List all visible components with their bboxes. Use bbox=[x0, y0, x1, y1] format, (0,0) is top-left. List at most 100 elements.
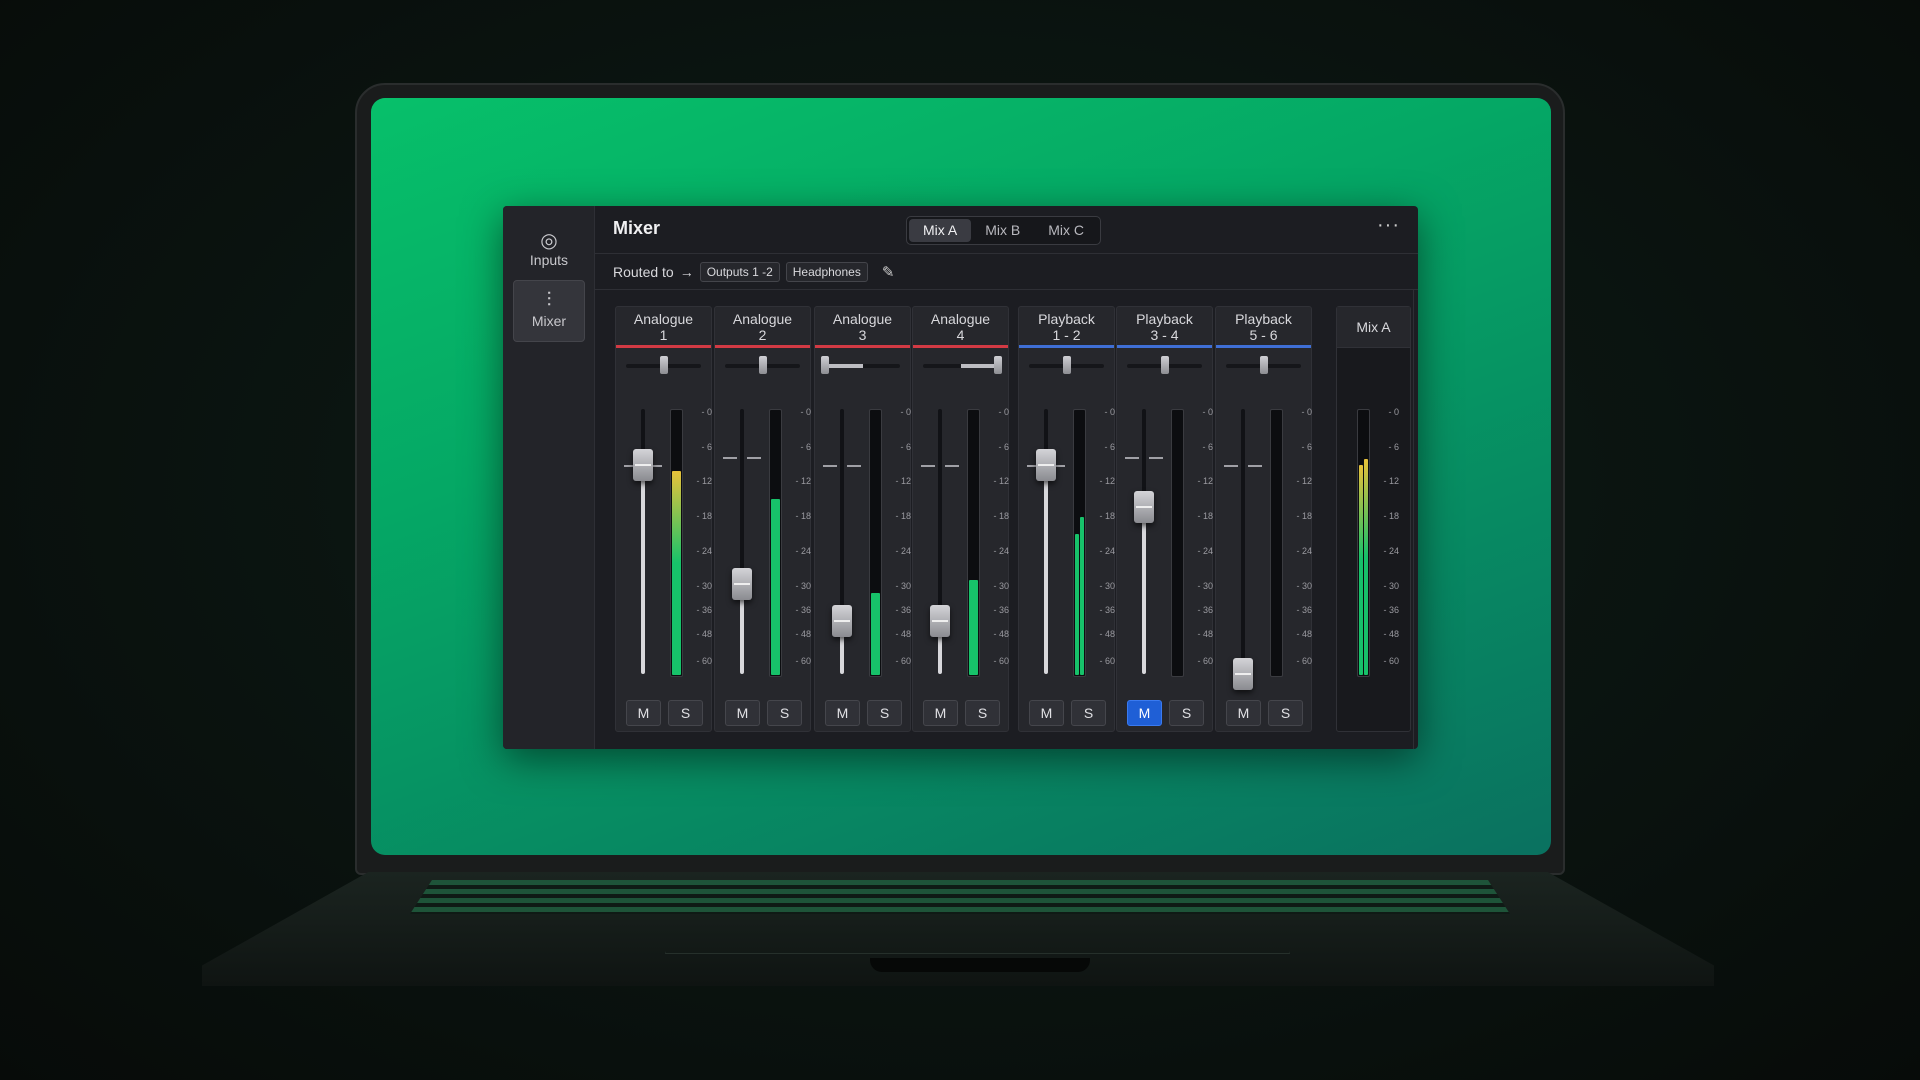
fader-handle[interactable] bbox=[832, 605, 852, 637]
pan-slider[interactable] bbox=[1226, 356, 1301, 374]
solo-button[interactable]: S bbox=[1071, 700, 1106, 726]
scale-tick: - 6 bbox=[1202, 441, 1213, 452]
scale-tick: - 48 bbox=[1296, 629, 1312, 640]
output-chip-headphones[interactable]: Headphones bbox=[785, 262, 868, 282]
meter-fill bbox=[1364, 459, 1368, 675]
scale-tick: - 36 bbox=[1099, 605, 1115, 615]
pan-slider[interactable] bbox=[626, 356, 701, 374]
scale-tick: - 48 bbox=[993, 629, 1009, 640]
scale-tick: - 24 bbox=[795, 546, 811, 557]
laptop-keyboard bbox=[410, 880, 1510, 914]
channel-name: Analogue 4 bbox=[930, 311, 991, 343]
pan-slider[interactable] bbox=[923, 356, 1002, 374]
pan-slider[interactable] bbox=[1029, 356, 1104, 374]
scale-tick: - 60 bbox=[1197, 655, 1213, 666]
scale-tick: - 30 bbox=[1099, 580, 1115, 591]
mute-button[interactable]: M bbox=[1127, 700, 1162, 726]
sidebar-item-label: Inputs bbox=[529, 252, 569, 268]
scale-tick: - 18 bbox=[895, 511, 911, 522]
mute-button[interactable]: M bbox=[1226, 700, 1261, 726]
meter-channel bbox=[771, 411, 780, 675]
mute-button[interactable]: M bbox=[725, 700, 760, 726]
fader-handle[interactable] bbox=[1233, 658, 1253, 690]
sidebar-item-label: Mixer bbox=[531, 313, 567, 329]
scale-tick: - 30 bbox=[696, 580, 712, 591]
meter-fill bbox=[1075, 533, 1079, 675]
solo-button[interactable]: S bbox=[867, 700, 902, 726]
fader-handle[interactable] bbox=[1036, 448, 1056, 481]
solo-button[interactable]: S bbox=[767, 700, 802, 726]
scale-tick: - 0 bbox=[701, 407, 712, 418]
meter-scale: - 0 - 6 - 12 - 18 - 24 - 30 - 36 - 48 - 60 bbox=[1091, 407, 1115, 677]
pencil-icon[interactable]: ✎ bbox=[882, 263, 895, 281]
fader-handle[interactable] bbox=[930, 605, 950, 637]
meter-scale: - 0 - 6 - 12 - 18 - 24 - 30 - 36 - 48 - 60 bbox=[985, 407, 1009, 677]
scale-tick: - 0 bbox=[998, 407, 1009, 418]
tab-mix-a[interactable]: Mix A bbox=[909, 219, 972, 242]
arrow-right-icon: → bbox=[679, 264, 694, 280]
fader-handle[interactable] bbox=[1134, 491, 1154, 524]
scale-tick: - 18 bbox=[1099, 511, 1115, 522]
mute-button[interactable]: M bbox=[825, 700, 860, 726]
fader-track[interactable] bbox=[1241, 409, 1245, 674]
pan-knob[interactable] bbox=[1259, 356, 1268, 374]
level-meter bbox=[869, 409, 882, 677]
sidebar-item-inputs[interactable]: ◎ Inputs bbox=[513, 220, 585, 282]
scale-tick: - 6 bbox=[998, 441, 1009, 452]
meter-scale: - 0 - 6 - 12 - 18 - 24 - 30 - 36 - 48 - 60 bbox=[688, 407, 712, 677]
pan-knob[interactable] bbox=[821, 356, 829, 374]
scale-tick: - 48 bbox=[696, 629, 712, 640]
scale-tick: - 36 bbox=[1296, 605, 1312, 615]
scale-tick: - 12 bbox=[696, 476, 712, 487]
channel-strip: Playback 1 - 2 - 0 - 6 - 12 - 18 - 24 - 30 - 36… bbox=[1018, 306, 1115, 732]
pan-knob[interactable] bbox=[758, 356, 767, 374]
scale-tick: - 12 bbox=[993, 476, 1009, 487]
output-chip-outputs[interactable]: Outputs 1 -2 bbox=[699, 262, 780, 282]
tab-mix-c[interactable]: Mix C bbox=[1034, 219, 1098, 242]
scale-tick: - 48 bbox=[1383, 629, 1399, 640]
channel-color-bar bbox=[1019, 345, 1114, 348]
scale-tick: - 0 bbox=[1388, 407, 1399, 418]
scale-tick: - 0 bbox=[1104, 407, 1115, 418]
mute-button[interactable]: M bbox=[626, 700, 661, 726]
fader-handle[interactable] bbox=[633, 448, 653, 481]
level-meter bbox=[1171, 409, 1184, 677]
solo-button[interactable]: S bbox=[668, 700, 703, 726]
fader-handle[interactable] bbox=[732, 567, 752, 600]
scale-tick: - 48 bbox=[1099, 629, 1115, 640]
solo-button[interactable]: S bbox=[965, 700, 1000, 726]
mute-button[interactable]: M bbox=[1029, 700, 1064, 726]
sidebar-item-mixer[interactable]: ⫶ Mixer bbox=[513, 280, 585, 342]
mute-button[interactable]: M bbox=[923, 700, 958, 726]
fader-track[interactable] bbox=[1142, 409, 1146, 674]
pan-knob[interactable] bbox=[1062, 356, 1071, 374]
channel-color-bar bbox=[913, 345, 1008, 348]
meter-fill bbox=[771, 499, 780, 675]
scale-tick: - 30 bbox=[895, 580, 911, 591]
pan-fill bbox=[825, 364, 863, 368]
scale-tick: - 36 bbox=[696, 605, 712, 615]
routed-to-label: Routed to bbox=[613, 264, 674, 280]
pan-knob[interactable] bbox=[659, 356, 668, 374]
pan-slider[interactable] bbox=[725, 356, 800, 374]
channel-name: Playback 3 - 4 bbox=[1136, 311, 1193, 343]
more-horizontal-icon[interactable]: ··· bbox=[1377, 214, 1400, 237]
scale-tick: - 6 bbox=[900, 441, 911, 452]
laptop-notch bbox=[870, 958, 1090, 972]
meter-channel bbox=[969, 411, 978, 675]
pan-slider[interactable] bbox=[1127, 356, 1202, 374]
channel-name: Analogue 3 bbox=[832, 311, 893, 343]
channel-color-bar bbox=[815, 345, 910, 348]
channel-strip: Analogue 1 - 0 - 6 - 12 - 18 - 24 - 30 - 36 - 48… bbox=[615, 306, 712, 732]
meter-fill bbox=[1080, 516, 1084, 675]
fader-track[interactable] bbox=[740, 409, 744, 674]
solo-button[interactable]: S bbox=[1169, 700, 1204, 726]
divider bbox=[595, 253, 1418, 254]
pan-slider[interactable] bbox=[821, 356, 900, 374]
pan-knob[interactable] bbox=[1160, 356, 1169, 374]
meter-scale: - 0 - 6 - 12 - 18 - 24 - 30 - 36 - 48 - 60 bbox=[787, 407, 811, 677]
tab-mix-b[interactable]: Mix B bbox=[971, 219, 1034, 242]
solo-button[interactable]: S bbox=[1268, 700, 1303, 726]
scale-tick: - 60 bbox=[696, 655, 712, 666]
pan-knob[interactable] bbox=[994, 356, 1002, 374]
